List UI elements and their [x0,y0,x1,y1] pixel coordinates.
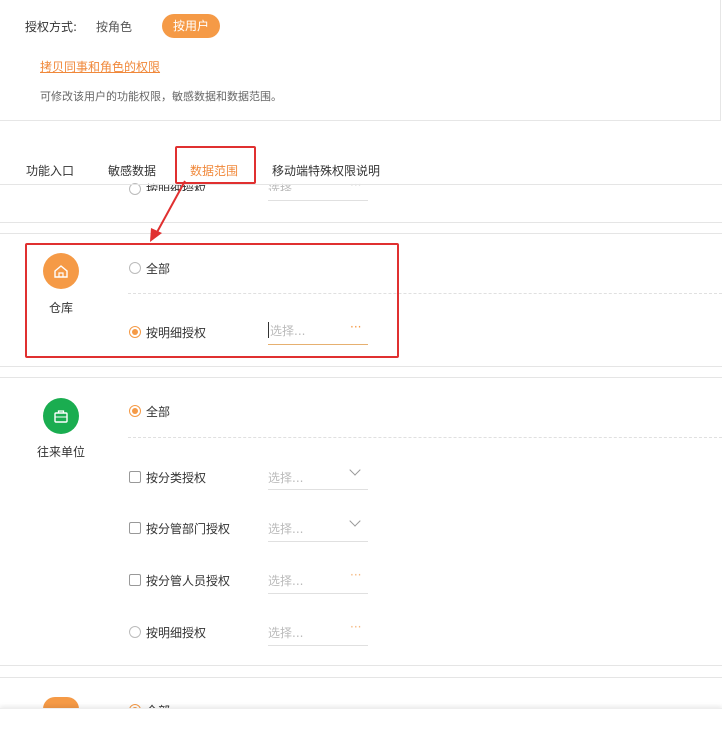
section-divider [0,366,722,367]
select-underline [268,541,368,542]
annotation-arrow-icon [150,180,186,242]
partners-category-select[interactable]: 选择... [268,469,303,486]
partners-dept-label: 按分管部门授权 [146,522,231,536]
auth-description: 可修改该用户的功能权限，敏感数据和数据范围。 [40,90,282,103]
partners-dept-select[interactable]: 选择... [268,520,303,537]
more-icon[interactable]: ··· [350,620,361,634]
partners-label: 往来单位 [36,445,85,459]
partners-dept-checkbox[interactable] [129,522,141,534]
section-divider [0,677,722,678]
partners-all-radio[interactable] [129,405,141,417]
section-divider [0,233,722,234]
section-divider [0,222,722,223]
partners-all-label: 全部 [146,405,171,419]
select-underline [268,593,368,594]
select-underline [268,645,368,646]
tabs-bottom-border [0,184,722,185]
partial-select-underline [268,200,368,201]
section-divider [0,665,722,666]
chevron-down-icon[interactable] [349,515,361,527]
section-divider [0,377,722,378]
partners-category-label: 按分类授权 [146,471,207,485]
partners-staff-label: 按分管人员授权 [146,574,231,588]
tab-function-entry[interactable]: 功能入口 [26,162,74,179]
copy-permissions-link[interactable]: 拷贝同事和角色的权限 [40,58,160,75]
briefcase-icon [43,398,79,434]
partial-detail-select[interactable]: 选择... [268,181,303,191]
option-divider [128,437,722,438]
partners-category-checkbox[interactable] [129,471,141,483]
partners-detail-radio[interactable] [129,626,141,638]
partners-detail-label: 按明细授权 [146,626,207,640]
partners-staff-checkbox[interactable] [129,574,141,586]
footer-bar [0,708,722,735]
select-underline [268,489,368,490]
auth-mode-label: 授权方式: [25,20,78,34]
auth-by-user-button[interactable]: 按用户 [162,14,220,38]
partners-detail-select[interactable]: 选择... [268,624,303,641]
partial-more-icon[interactable]: ··· [350,178,361,192]
more-icon[interactable]: ··· [350,568,361,582]
tab-sensitive-data[interactable]: 敏感数据 [108,162,156,179]
chevron-down-icon[interactable] [349,464,361,476]
auth-by-role-option[interactable]: 按角色 [96,18,132,35]
partners-staff-select[interactable]: 选择... [268,572,303,589]
annotation-highlight-box [25,243,399,358]
tab-mobile-permissions[interactable]: 移动端特殊权限说明 [272,162,380,179]
